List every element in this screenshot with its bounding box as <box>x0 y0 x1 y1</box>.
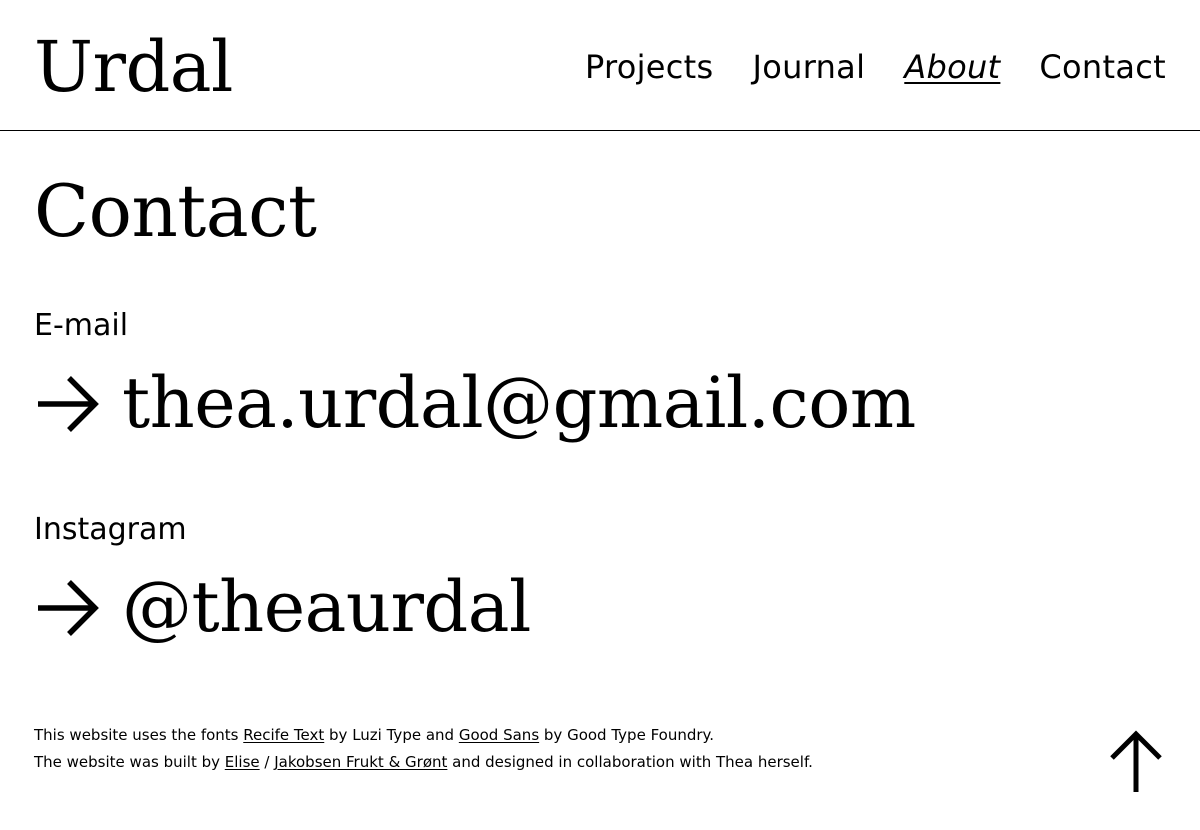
site-header: Urdal Projects Journal About Contact <box>0 0 1200 131</box>
site-logo[interactable]: Urdal <box>34 22 233 112</box>
email-label: E-mail <box>34 308 129 343</box>
fonts-credit: This website uses the fonts Recife Text … <box>34 722 813 749</box>
site-footer: This website uses the fonts Recife Text … <box>34 722 813 776</box>
fonts-credit-prefix: This website uses the fonts <box>34 726 244 744</box>
fonts-credit-suffix: by Good Type Foundry. <box>539 726 715 744</box>
arrow-right-icon <box>34 358 100 448</box>
page-title: Contact <box>34 169 317 253</box>
jakobsen-link[interactable]: Jakobsen Frukt & Grønt <box>274 753 447 771</box>
nav-projects[interactable]: Projects <box>585 46 714 88</box>
back-to-top-button[interactable] <box>1108 730 1164 794</box>
arrow-up-icon <box>1108 730 1164 798</box>
build-credit-separator: / <box>259 753 275 771</box>
fonts-credit-mid: by Luzi Type and <box>324 726 459 744</box>
nav-contact[interactable]: Contact <box>1039 46 1166 88</box>
nav-about[interactable]: About <box>904 46 1000 88</box>
instagram-handle: @theaurdal <box>122 566 531 648</box>
build-credit-prefix: The website was built by <box>34 753 225 771</box>
instagram-label: Instagram <box>34 512 187 547</box>
email-link[interactable]: thea.urdal@gmail.com <box>34 358 916 448</box>
good-sans-link[interactable]: Good Sans <box>459 726 539 744</box>
build-credit: The website was built by Elise / Jakobse… <box>34 749 813 776</box>
arrow-right-icon <box>34 562 100 652</box>
main-nav: Projects Journal About Contact <box>585 46 1166 88</box>
nav-journal[interactable]: Journal <box>753 46 866 88</box>
recife-text-link[interactable]: Recife Text <box>243 726 324 744</box>
email-address: thea.urdal@gmail.com <box>122 362 916 444</box>
instagram-link[interactable]: @theaurdal <box>34 562 531 652</box>
build-credit-suffix: and designed in collaboration with Thea … <box>447 753 813 771</box>
elise-link[interactable]: Elise <box>225 753 260 771</box>
